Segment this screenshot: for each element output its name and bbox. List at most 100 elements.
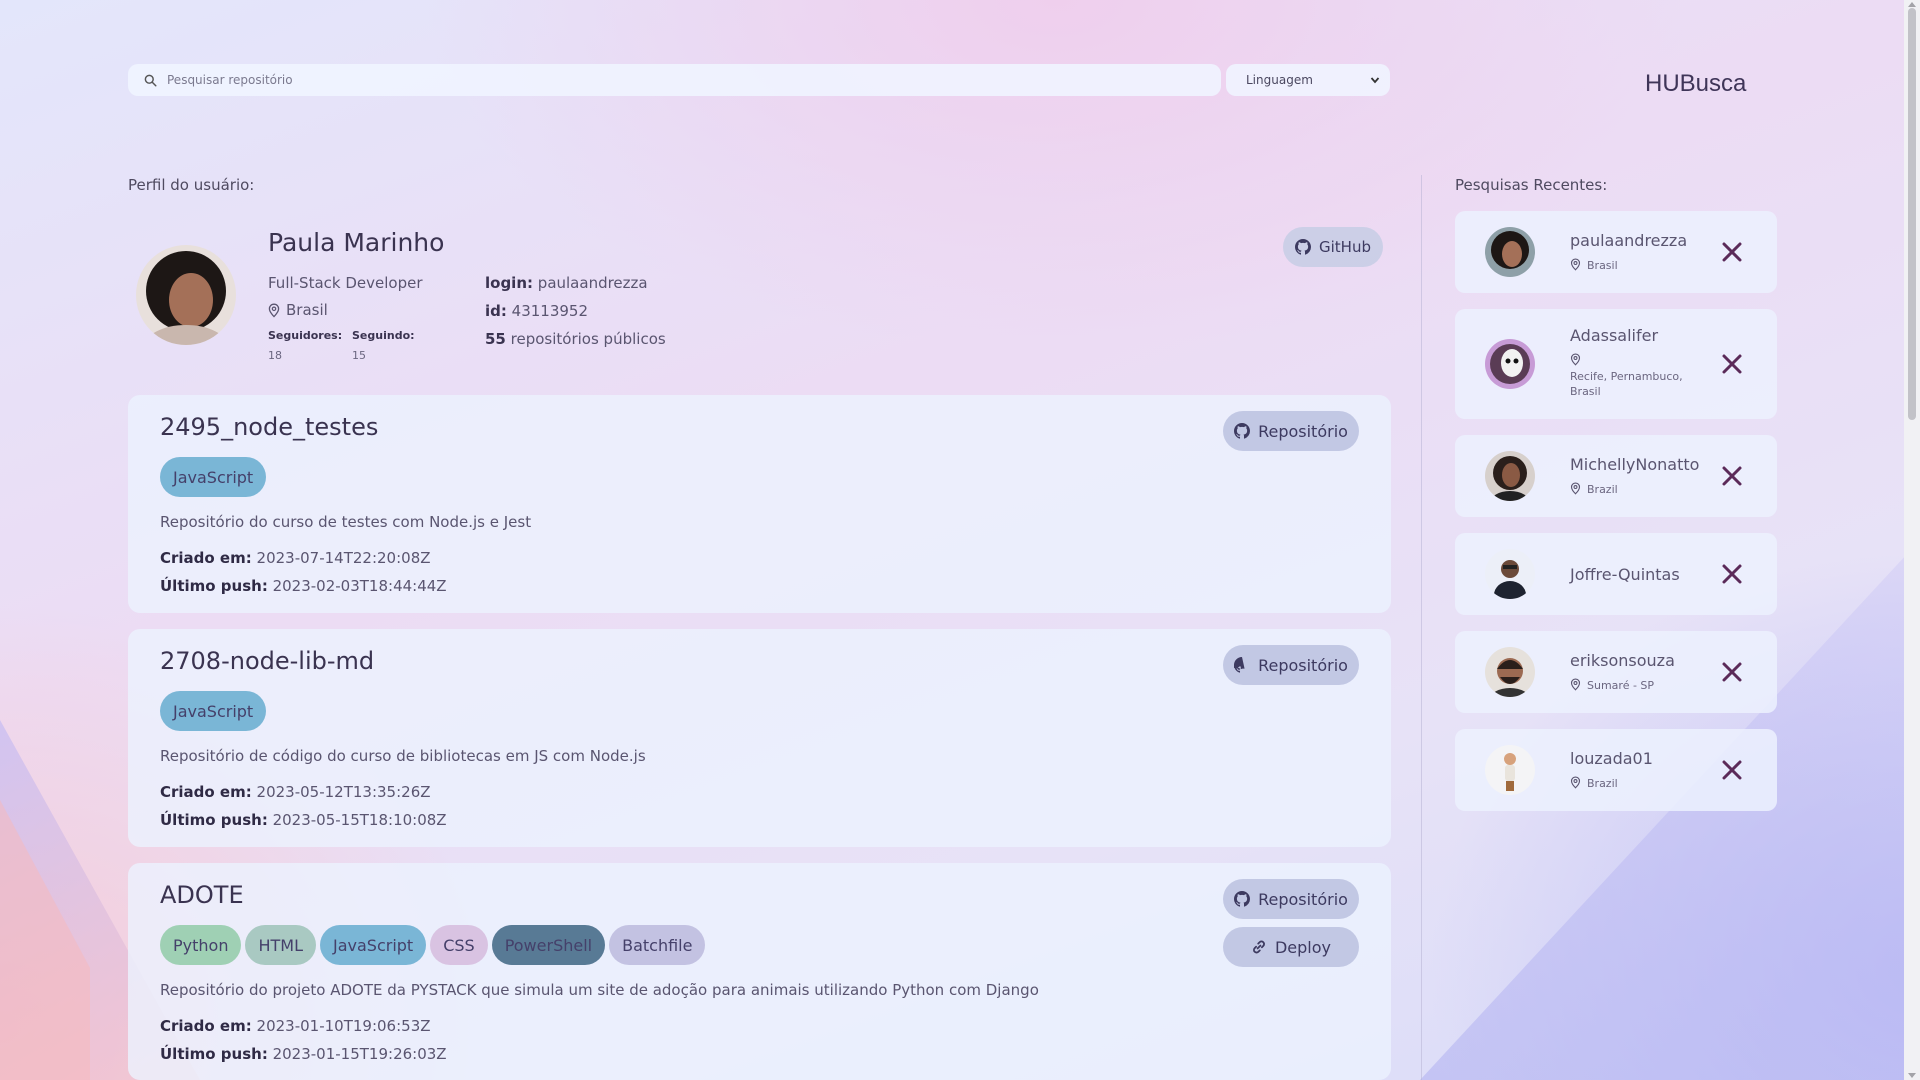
github-profile-button[interactable]: GitHub <box>1283 227 1383 267</box>
language-tag: JavaScript <box>160 457 267 497</box>
recent-section-label: Pesquisas Recentes: <box>1455 176 1608 194</box>
language-tag: Batchfile <box>609 925 706 965</box>
repository-button-label: Repositório <box>1258 655 1348 675</box>
following-label: Seguindo: <box>352 329 415 342</box>
repository-button-label: Repositório <box>1258 421 1348 441</box>
followers-label: Seguidores: <box>268 329 343 342</box>
repo-card: 2708-node-lib-md Repositório JavaScript … <box>128 629 1391 847</box>
recent-search-item[interactable]: paulaandrezza Brasil <box>1455 211 1777 293</box>
avatar <box>1485 647 1535 697</box>
profile-id: id: 43113952 <box>485 302 588 320</box>
following-count: 15 <box>352 349 366 362</box>
recent-username: louzada01 <box>1570 749 1653 768</box>
repo-created: Criado em: 2023-07-14T22:20:08Z <box>160 549 431 567</box>
repo-card: 2495_node_testes Repositório JavaScript … <box>128 395 1391 613</box>
search-icon <box>144 74 157 87</box>
language-tags: Python HTML JavaScript CSS PowerShell Ba… <box>160 925 706 965</box>
scroll-up-arrow-icon[interactable] <box>1908 2 1916 7</box>
recent-search-item[interactable]: Joffre-Quintas <box>1455 533 1777 615</box>
profile-login: login: paulaandrezza <box>485 274 648 292</box>
avatar <box>1485 745 1535 795</box>
language-select[interactable]: Linguagem <box>1226 64 1390 96</box>
github-icon <box>1234 891 1251 907</box>
vertical-scrollbar[interactable] <box>1904 0 1920 1080</box>
github-button-label: GitHub <box>1319 238 1371 256</box>
recent-username: Joffre-Quintas <box>1570 565 1680 584</box>
repo-description: Repositório do projeto ADOTE da PYSTACK … <box>160 981 1039 999</box>
avatar <box>1485 451 1535 501</box>
created-label: Criado em: <box>160 1017 252 1035</box>
recent-location-text: Brazil <box>1587 777 1618 790</box>
repo-name: 2708-node-lib-md <box>160 647 375 675</box>
location-pin-icon <box>1570 482 1581 495</box>
close-icon[interactable] <box>1720 562 1744 586</box>
close-icon[interactable] <box>1720 660 1744 684</box>
profile-role: Full-Stack Developer <box>268 274 423 292</box>
created-value: 2023-05-12T13:35:26Z <box>256 783 431 801</box>
language-tag: JavaScript <box>160 691 267 731</box>
repo-name: ADOTE <box>160 881 244 909</box>
location-pin-icon <box>1570 678 1581 691</box>
repo-pushed: Último push: 2023-01-15T19:26:03Z <box>160 1045 447 1063</box>
repo-description: Repositório de código do curso de biblio… <box>160 747 646 765</box>
brand-logo: HUBusca <box>1645 70 1747 97</box>
language-tag: PowerShell <box>491 925 606 965</box>
profile-section-label: Perfil do usuário: <box>128 176 255 194</box>
pushed-label: Último push: <box>160 1045 268 1063</box>
repos-count-text: repositórios públicos <box>510 330 666 348</box>
recent-username: MichellyNonatto <box>1570 455 1700 474</box>
close-icon[interactable] <box>1720 758 1744 782</box>
recent-location-text: Brazil <box>1587 483 1618 496</box>
avatar <box>1485 227 1535 277</box>
repository-button[interactable]: Repositório <box>1223 645 1359 685</box>
recent-search-item[interactable]: Adassalifer Recife, Pernambuco, Brasil <box>1455 309 1777 419</box>
repository-button[interactable]: Repositório <box>1223 411 1359 451</box>
scroll-down-arrow-icon[interactable] <box>1908 1073 1916 1078</box>
login-value: paulaandrezza <box>537 274 648 292</box>
deploy-button[interactable]: Deploy <box>1223 927 1359 967</box>
avatar <box>136 245 236 345</box>
recent-username: Adassalifer <box>1570 326 1659 345</box>
search-bar[interactable] <box>128 64 1221 96</box>
recent-location: Brazil <box>1570 776 1618 791</box>
profile-location: Brasil <box>268 301 328 319</box>
column-divider <box>1421 175 1422 1080</box>
created-value: 2023-01-10T19:06:53Z <box>256 1017 431 1035</box>
recent-location: Brasil <box>1570 258 1618 273</box>
recent-search-item[interactable]: louzada01 Brazil <box>1455 729 1777 811</box>
location-pin-icon <box>268 303 280 318</box>
recent-location-text: Recife, Pernambuco, Brasil <box>1570 370 1683 398</box>
close-icon[interactable] <box>1720 464 1744 488</box>
recent-username: paulaandrezza <box>1570 231 1688 250</box>
repository-button-label: Repositório <box>1258 889 1348 909</box>
recent-location: Brazil <box>1570 482 1618 497</box>
repository-button[interactable]: Repositório <box>1223 879 1359 919</box>
language-tag: Python <box>160 925 242 965</box>
github-icon <box>1234 657 1245 673</box>
recent-search-item[interactable]: eriksonsouza Sumaré - SP <box>1455 631 1777 713</box>
language-tag: HTML <box>245 925 316 965</box>
close-icon[interactable] <box>1720 352 1744 376</box>
pushed-label: Último push: <box>160 811 268 829</box>
id-label: id: <box>485 302 507 320</box>
repo-pushed: Último push: 2023-05-15T18:10:08Z <box>160 811 447 829</box>
created-label: Criado em: <box>160 783 252 801</box>
recent-location-text: Brasil <box>1587 259 1618 272</box>
avatar <box>1485 339 1535 389</box>
recent-username: eriksonsouza <box>1570 651 1675 670</box>
repo-card: ADOTE Repositório Deploy Python HTML Jav… <box>128 863 1391 1080</box>
recent-search-item[interactable]: MichellyNonatto Brazil <box>1455 435 1777 517</box>
pushed-label: Último push: <box>160 577 268 595</box>
chevron-down-icon <box>1370 77 1380 84</box>
close-icon[interactable] <box>1720 240 1744 264</box>
github-icon <box>1234 423 1251 439</box>
scrollbar-thumb[interactable] <box>1908 8 1916 420</box>
recent-location: Recife, Pernambuco, Brasil <box>1570 353 1700 399</box>
repo-name: 2495_node_testes <box>160 413 379 441</box>
deploy-button-label: Deploy <box>1274 937 1332 957</box>
repos-count: 55 <box>485 330 506 348</box>
search-input[interactable] <box>167 73 1167 87</box>
pushed-value: 2023-05-15T18:10:08Z <box>272 811 447 829</box>
followers-count: 18 <box>268 349 282 362</box>
repo-pushed: Último push: 2023-02-03T18:44:44Z <box>160 577 447 595</box>
